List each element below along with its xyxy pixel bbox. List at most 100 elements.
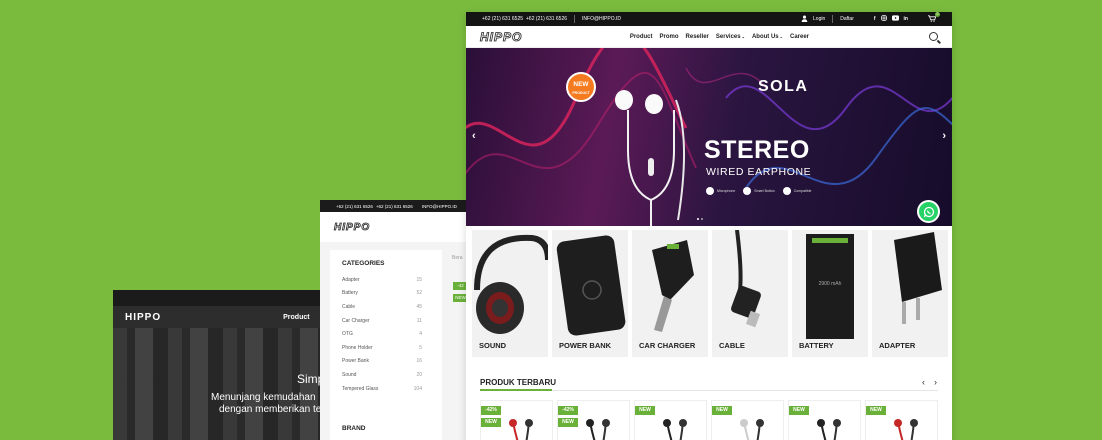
category-label: POWER BANK bbox=[559, 341, 612, 350]
chevron-down-icon: ⌄ bbox=[779, 34, 783, 39]
product-image bbox=[740, 419, 764, 440]
product-card[interactable]: -42% NEW bbox=[480, 400, 553, 440]
front-header: HIPPO Product Promo Reseller Services ⌄ A… bbox=[466, 26, 952, 48]
category-item[interactable]: Cable 45 bbox=[342, 300, 430, 314]
front-phone2[interactable]: +62 (21) 631 6526 bbox=[526, 16, 567, 22]
menu-services[interactable]: Services ⌄ bbox=[716, 34, 745, 40]
product-card[interactable]: NEW bbox=[865, 400, 938, 440]
category-count: 5 bbox=[419, 344, 422, 351]
car-charger-image bbox=[652, 240, 694, 332]
category-item[interactable]: Power Bank 16 bbox=[342, 355, 430, 369]
category-count: 4 bbox=[419, 331, 422, 338]
power-bank-image bbox=[556, 235, 626, 336]
front-topbar: +62 (21) 631 6525 +62 (21) 631 6526 INFO… bbox=[466, 12, 952, 26]
banner-title: STEREO bbox=[704, 136, 810, 164]
topbar-right: Login Daftar f in 0 bbox=[801, 12, 940, 24]
chevron-left-icon[interactable]: ‹ bbox=[472, 130, 476, 142]
chevron-right-icon[interactable]: › bbox=[942, 130, 946, 142]
product-image bbox=[817, 419, 841, 440]
carousel-dot[interactable] bbox=[701, 218, 703, 220]
front-phone1[interactable]: +62 (21) 631 6525 bbox=[482, 16, 523, 22]
microphone-icon bbox=[706, 187, 714, 195]
category-card-power-bank[interactable]: POWER BANK bbox=[552, 230, 628, 357]
category-card-adapter[interactable]: ADAPTER bbox=[872, 230, 948, 357]
category-card-car-charger[interactable]: CAR CHARGER bbox=[632, 230, 708, 357]
new-badge: NEW bbox=[712, 406, 732, 415]
chevron-right-icon[interactable]: › bbox=[934, 377, 937, 387]
youtube-icon[interactable] bbox=[891, 15, 899, 23]
menu-career[interactable]: Career bbox=[790, 34, 809, 40]
brand-title: BRAND bbox=[342, 425, 366, 432]
chevron-left-icon[interactable]: ‹ bbox=[922, 377, 925, 387]
battery-image: 2900 mAh bbox=[806, 234, 854, 339]
category-item[interactable]: Tempered Glass 104 bbox=[342, 382, 430, 396]
category-card-sound[interactable]: SOUND bbox=[472, 230, 548, 357]
product-card[interactable]: -42% NEW bbox=[557, 400, 630, 440]
chevron-down-icon: ⌄ bbox=[741, 34, 745, 39]
menu-about-us[interactable]: About Us ⌄ bbox=[752, 34, 783, 40]
section-title: PRODUK TERBARU bbox=[480, 378, 556, 387]
register-link[interactable]: Daftar bbox=[840, 16, 854, 22]
product-image bbox=[586, 419, 610, 440]
front-email[interactable]: INFO@HIPPO.ID bbox=[582, 16, 621, 22]
discount-badge: -42% bbox=[558, 406, 578, 415]
product-card[interactable]: NEW bbox=[634, 400, 707, 440]
new-badge: NEW bbox=[866, 406, 886, 415]
carousel-dot[interactable] bbox=[697, 218, 699, 220]
category-label: SOUND bbox=[479, 341, 507, 350]
middle-phone1[interactable]: +62 (21) 631 6526 bbox=[336, 204, 373, 209]
category-cards: SOUND POWER BANK CAR CHARGER CABLE 2900 … bbox=[472, 230, 948, 357]
category-item[interactable]: Sound 20 bbox=[342, 368, 430, 382]
menu-promo[interactable]: Promo bbox=[660, 34, 679, 40]
mockup-card: HIPPO Product Simp Menunjang kemudahan d… bbox=[0, 0, 1102, 440]
button-icon bbox=[743, 187, 752, 195]
menu-product[interactable]: Product bbox=[630, 34, 653, 40]
cart-icon[interactable]: 0 bbox=[928, 12, 940, 24]
category-item[interactable]: Adapter 15 bbox=[342, 273, 430, 287]
middle-phone2[interactable]: +62 (21) 631 6526 bbox=[376, 204, 413, 209]
back-logo[interactable]: HIPPO bbox=[125, 312, 161, 323]
middle-breadcrumb[interactable]: Bera bbox=[452, 255, 463, 261]
category-card-battery[interactable]: 2900 mAh BATTERY bbox=[792, 230, 868, 357]
middle-logo[interactable]: HIPPO bbox=[334, 221, 370, 233]
category-item[interactable]: OTG 4 bbox=[342, 327, 430, 341]
middle-email[interactable]: INFO@HIPPO.ID bbox=[422, 204, 457, 209]
facebook-icon[interactable]: f bbox=[874, 16, 876, 22]
whatsapp-icon[interactable] bbox=[917, 200, 940, 223]
category-count: 104 bbox=[413, 385, 422, 392]
discount-badge: -42% bbox=[481, 406, 501, 415]
category-card-cable[interactable]: CABLE bbox=[712, 230, 788, 357]
new-badge: NEW bbox=[481, 418, 501, 427]
feature-label: Microphone bbox=[717, 189, 736, 193]
new-product-badge: NEW PRODUCT bbox=[566, 72, 596, 102]
hero-banner[interactable]: NEW PRODUCT SOLA STEREO WIRED EARPHONE M… bbox=[466, 48, 952, 226]
login-link[interactable]: Login bbox=[813, 16, 825, 22]
user-icon bbox=[801, 15, 808, 24]
new-badge: NEW bbox=[789, 406, 809, 415]
search-icon[interactable] bbox=[929, 32, 938, 41]
category-name: Sound bbox=[342, 371, 357, 378]
badge-line2: PRODUCT bbox=[572, 91, 590, 95]
category-name: Battery bbox=[342, 290, 358, 297]
middle-header: HIPPO bbox=[320, 212, 480, 242]
category-name: Power Bank bbox=[342, 358, 369, 365]
category-item[interactable]: Phone Holder 5 bbox=[342, 341, 430, 355]
product-card[interactable]: NEW bbox=[788, 400, 861, 440]
menu-about-label: About Us bbox=[751, 33, 779, 40]
category-item[interactable]: Car Charger 11 bbox=[342, 314, 430, 328]
categories-title: CATEGORIES bbox=[342, 260, 385, 267]
feature-compatible: Compatible bbox=[782, 187, 811, 195]
category-label: CAR CHARGER bbox=[639, 341, 696, 350]
instagram-icon[interactable] bbox=[880, 15, 887, 23]
topbar-divider bbox=[574, 15, 576, 23]
category-name: Car Charger bbox=[342, 317, 370, 324]
category-list: Adapter 15 Battery 52 Cable 45 Car Charger 11 OT… bbox=[342, 273, 430, 395]
svg-text:2900 mAh: 2900 mAh bbox=[819, 281, 842, 287]
back-nav-product[interactable]: Product bbox=[283, 314, 309, 321]
menu-reseller[interactable]: Reseller bbox=[686, 34, 709, 40]
linkedin-icon[interactable]: in bbox=[904, 16, 908, 22]
front-logo[interactable]: HIPPO bbox=[480, 29, 522, 44]
product-card[interactable]: NEW bbox=[711, 400, 784, 440]
category-item[interactable]: Battery 52 bbox=[342, 287, 430, 301]
category-count: 15 bbox=[416, 276, 422, 283]
